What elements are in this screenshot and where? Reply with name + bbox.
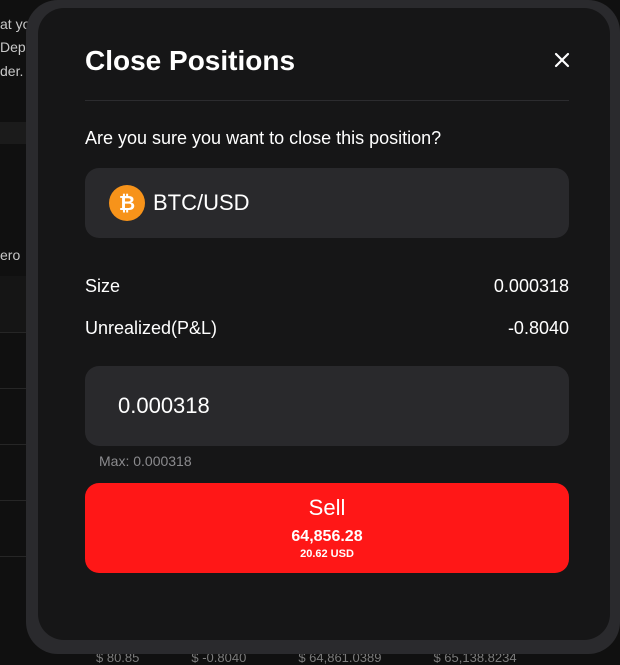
amount-field	[85, 366, 569, 446]
background-text-2: Dep	[0, 39, 26, 55]
close-icon	[554, 52, 570, 68]
asset-box: ₿ BTC/USD	[85, 168, 569, 238]
confirmation-question: Are you sure you want to close this posi…	[85, 128, 442, 148]
pnl-row: Unrealized(P&L) -0.8040	[85, 318, 569, 339]
size-row: Size 0.000318	[85, 276, 569, 297]
size-value: 0.000318	[493, 276, 569, 296]
sell-button[interactable]: Sell 64,856.28 20.62 USD	[85, 483, 569, 573]
pnl-label: Unrealized(P&L)	[85, 318, 218, 338]
modal-title: Close Positions	[85, 45, 296, 76]
amount-input[interactable]	[85, 366, 569, 446]
max-label: Max: 0.000318	[99, 453, 192, 469]
asset-name: BTC/USD	[153, 190, 250, 215]
header-divider	[85, 100, 569, 101]
bitcoin-icon: ₿	[109, 185, 145, 221]
close-positions-modal: Close Positions Are you sure you want to…	[38, 8, 610, 640]
svg-text:₿: ₿	[119, 191, 135, 215]
sell-price: 64,856.28	[291, 528, 363, 545]
page: at yo Dep der. ero $ 80.85 $ -0.8040 $ 6…	[0, 0, 620, 665]
close-button[interactable]	[550, 48, 574, 72]
sell-usd: 20.62 USD	[300, 548, 354, 560]
sell-label: Sell	[308, 495, 346, 520]
background-text-4: ero	[0, 247, 21, 263]
pnl-value: -0.8040	[507, 318, 569, 338]
background-text-3: der.	[0, 63, 24, 79]
size-label: Size	[85, 276, 121, 296]
